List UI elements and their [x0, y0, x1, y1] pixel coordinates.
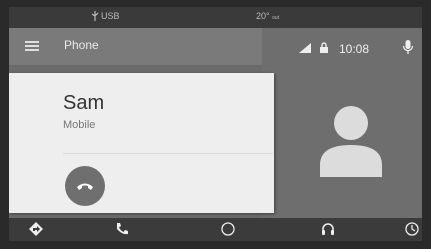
contact-avatar [320, 106, 382, 177]
signal-icon [299, 43, 311, 53]
notification-icon[interactable] [405, 222, 419, 236]
home-icon[interactable] [221, 222, 235, 236]
status-bar: USB 20° out [9, 7, 422, 28]
call-card: Sam Mobile [9, 73, 274, 213]
temperature-value: 20° [256, 11, 270, 21]
usb-icon [91, 11, 99, 21]
clock: 10:08 [339, 42, 370, 56]
mic-icon[interactable] [402, 39, 414, 55]
usb-label: USB [101, 11, 120, 21]
phone-icon[interactable] [115, 222, 129, 236]
temperature-readout: 20° out [256, 11, 279, 21]
lock-icon [320, 42, 328, 53]
audio-icon[interactable] [321, 222, 335, 236]
caller-number-type: Mobile [63, 119, 96, 131]
page-title: Phone [64, 38, 99, 52]
card-divider [63, 153, 273, 154]
usb-indicator: USB [91, 11, 120, 21]
navigation-icon[interactable] [29, 222, 43, 236]
menu-icon[interactable] [25, 41, 39, 51]
hangup-icon [77, 183, 93, 190]
temperature-unit: out [272, 15, 280, 21]
hangup-button[interactable] [65, 166, 105, 206]
head-unit-screen: USB 20° out Phone 10:08 Sam Mobile [9, 7, 422, 241]
caller-name: Sam [63, 92, 105, 114]
bottom-nav [9, 218, 422, 241]
